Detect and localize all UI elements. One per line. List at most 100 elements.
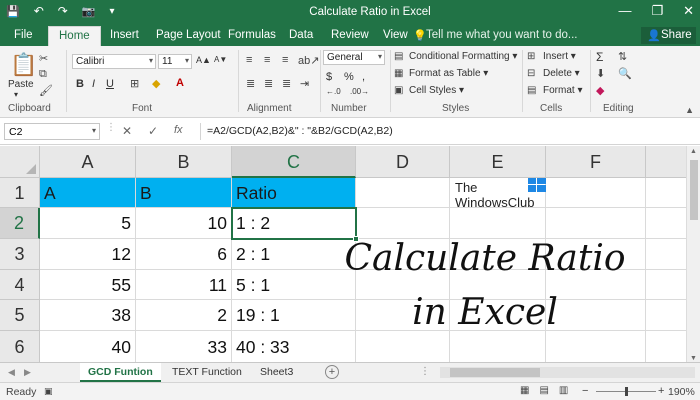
macro-record-icon[interactable]: ▣ [44,386,53,397]
normal-view-icon[interactable]: ▦ [520,385,529,396]
align-top-icon[interactable]: ≡ [246,54,252,66]
new-sheet-button[interactable]: + [325,365,339,379]
align-bottom-icon[interactable]: ≡ [282,54,288,66]
cell-c1[interactable]: Ratio [232,178,356,208]
column-header-f[interactable]: F [546,146,646,178]
tab-split-icon[interactable]: ⋮ [420,366,430,377]
cell-c6[interactable]: 40 : 33 [232,331,356,363]
align-middle-icon[interactable]: ≡ [264,54,270,66]
name-box[interactable]: C2 ▾ [4,123,100,140]
close-icon[interactable]: ✕ [683,3,694,19]
number-format-select[interactable]: General ▾ [323,50,385,65]
row-header-2[interactable]: 2 [0,208,40,239]
increase-decimal-button[interactable]: ←.0 [326,87,341,96]
sheet-tab-sheet3[interactable]: Sheet3 [252,363,301,382]
sort-filter-icon[interactable]: ⇅ [618,50,627,63]
tab-insert[interactable]: Insert [110,29,139,41]
page-layout-view-icon[interactable]: ▤ [539,385,548,396]
format-as-table-button[interactable]: Format as Table ▾ [409,68,488,79]
vertical-scroll-thumb[interactable] [690,160,698,220]
collapse-ribbon-icon[interactable]: ▲ [685,105,694,115]
tab-review[interactable]: Review [331,29,369,41]
horizontal-scrollbar[interactable] [440,367,695,378]
shrink-font-button[interactable]: A▼ [214,55,227,64]
cell-f6[interactable] [546,331,646,363]
cell-b5[interactable]: 2 [136,300,232,331]
tab-view[interactable]: View [383,29,408,41]
tab-file[interactable]: File [14,29,33,41]
borders-icon[interactable]: ⊞ [130,77,139,90]
horizontal-scroll-thumb[interactable] [450,368,540,377]
sheet-tab-gcd-funtion[interactable]: GCD Funtion [80,363,161,382]
cancel-icon[interactable]: ✕ [122,124,132,138]
cell-d1[interactable] [356,178,450,208]
conditional-formatting-button[interactable]: Conditional Formatting ▾ [409,51,517,62]
cell-a2[interactable]: 5 [40,208,136,239]
sheet-tab-text-function[interactable]: TEXT Function [164,363,250,382]
cell-b1[interactable]: B [136,178,232,208]
vertical-scrollbar[interactable]: ▲ ▼ [686,146,700,364]
cut-icon[interactable]: ✂ [39,52,48,65]
underline-button[interactable]: U [106,78,114,90]
align-right-icon[interactable]: ≣ [282,77,291,90]
format-cells-button[interactable]: Format ▾ [543,85,582,96]
select-all-button[interactable] [0,146,40,178]
tab-home[interactable]: Home [48,26,101,46]
cell-f2[interactable] [546,208,646,239]
grow-font-button[interactable]: A▲ [196,55,211,65]
scroll-down-icon[interactable]: ▼ [690,355,697,362]
orientation-icon[interactable]: ab↗ [298,54,319,67]
insert-function-button[interactable]: fx [174,124,183,136]
minimize-icon[interactable]: — [618,3,631,19]
tell-me-box[interactable]: Tell me what you want to do... [426,29,578,41]
cell-f1[interactable] [546,178,646,208]
enter-icon[interactable]: ✓ [148,124,158,138]
row-header-1[interactable]: 1 [0,178,40,208]
insert-cells-button[interactable]: Insert ▾ [543,51,576,62]
indent-icon[interactable]: ⇥ [300,77,309,90]
page-break-view-icon[interactable]: ▥ [559,385,568,396]
cell-b4[interactable]: 11 [136,270,232,300]
column-header-a[interactable]: A [40,146,136,178]
tab-formulas[interactable]: Formulas [228,29,276,41]
cell-a5[interactable]: 38 [40,300,136,331]
fill-color-icon[interactable]: ◆ [152,77,160,90]
cell-a3[interactable]: 12 [40,239,136,270]
cell-e6[interactable] [450,331,546,363]
zoom-slider-knob[interactable] [625,387,628,396]
autosum-button[interactable]: Σ [596,50,603,64]
zoom-level[interactable]: 190% [668,386,695,398]
cell-a6[interactable]: 40 [40,331,136,363]
font-color-icon[interactable]: A [176,77,184,89]
currency-button[interactable]: $ [326,71,332,83]
prev-sheet-icon[interactable]: ◀ [8,367,15,378]
cell-a4[interactable]: 55 [40,270,136,300]
row-header-3[interactable]: 3 [0,239,40,270]
decrease-decimal-button[interactable]: .00→ [350,87,369,96]
zoom-in-icon[interactable]: + [658,385,664,397]
scroll-up-icon[interactable]: ▲ [690,148,697,155]
cell-a1[interactable]: A [40,178,136,208]
paste-icon[interactable]: 📋 [10,52,37,78]
copy-icon[interactable]: ⧉ [39,68,47,81]
find-select-icon[interactable]: 🔍 [618,67,632,80]
column-header-next[interactable] [646,146,686,178]
comma-button[interactable]: , [362,71,365,83]
align-left-icon[interactable]: ≣ [246,77,255,90]
cell-styles-button[interactable]: Cell Styles ▾ [409,85,464,96]
percent-button[interactable]: % [344,71,354,83]
bold-button[interactable]: B [76,78,84,90]
cell-b3[interactable]: 6 [136,239,232,270]
font-name-select[interactable]: Calibri ▾ [72,54,156,69]
tab-page-layout[interactable]: Page Layout [156,29,221,41]
cell-e2[interactable] [450,208,546,239]
paste-dropdown-icon[interactable]: ▾ [14,90,18,99]
cell-d6[interactable] [356,331,450,363]
fill-icon[interactable]: ⬇ [596,67,605,80]
zoom-out-icon[interactable]: − [582,385,588,397]
italic-button[interactable]: I [92,78,95,90]
cell-b2[interactable]: 10 [136,208,232,239]
font-size-select[interactable]: 11 ▾ [158,54,192,69]
format-painter-icon[interactable]: 🖌 [39,84,53,97]
row-header-6[interactable]: 6 [0,331,40,363]
